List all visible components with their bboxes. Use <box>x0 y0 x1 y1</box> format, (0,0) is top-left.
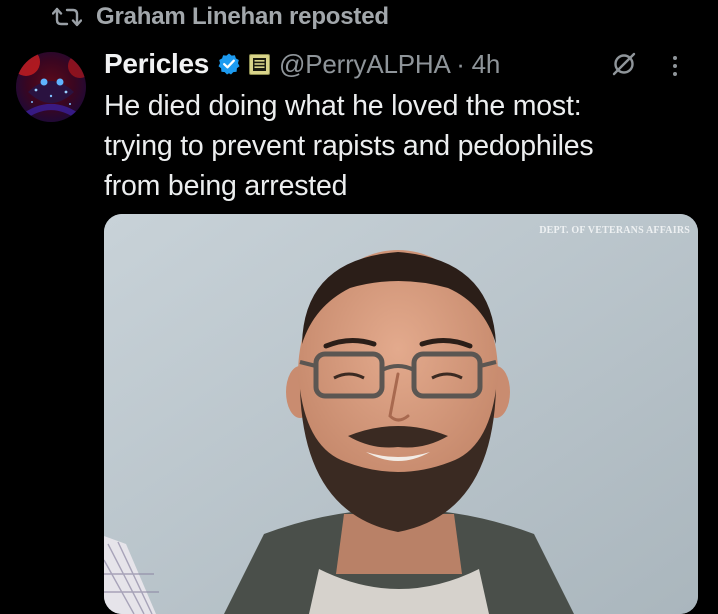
grok-icon[interactable] <box>610 50 638 83</box>
repost-label: Graham Linehan reposted <box>96 3 389 30</box>
post-header: Pericles @PerryALPHA · 4h <box>104 46 708 82</box>
post-text-line: trying to prevent rapists and pedophiles <box>104 130 594 162</box>
verified-badge-icon[interactable] <box>217 52 241 76</box>
post-media-image[interactable]: DEPT. OF VETERANS AFFAIRS <box>104 214 698 614</box>
affiliate-badge-icon[interactable] <box>249 53 271 75</box>
post-text-line: He died doing what he loved the most: <box>104 90 582 122</box>
media-watermark: DEPT. OF VETERANS AFFAIRS <box>539 225 690 236</box>
avatar[interactable] <box>16 52 86 122</box>
repost-icon <box>52 5 82 29</box>
handle-and-time[interactable]: @PerryALPHA · 4h <box>279 49 500 80</box>
post-text: He died doing what he loved the most: tr… <box>104 86 704 206</box>
display-name[interactable]: Pericles <box>104 48 209 80</box>
repost-context[interactable]: Graham Linehan reposted <box>52 2 389 32</box>
more-options-icon[interactable] <box>670 54 680 83</box>
post-text-line: from being arrested <box>104 170 348 202</box>
